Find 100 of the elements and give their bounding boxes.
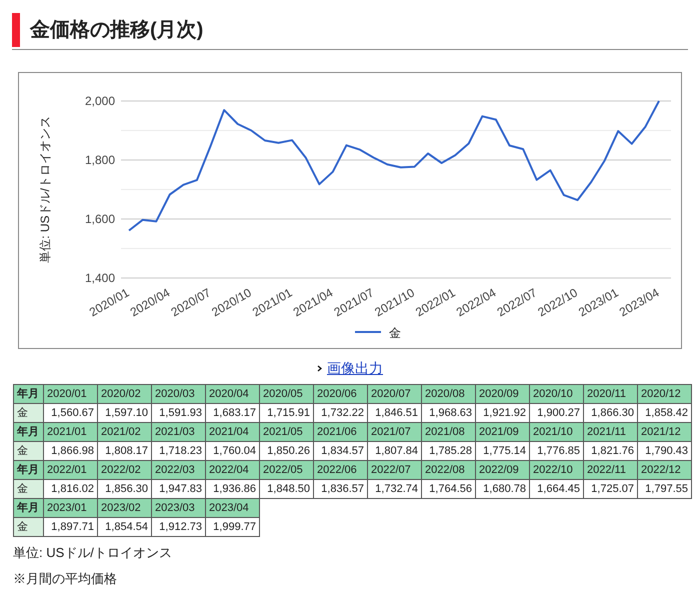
month-header-cell: 2021/06: [314, 422, 368, 442]
month-header-cell: 2023/04: [206, 498, 260, 518]
month-header-cell: 2022/05: [260, 460, 314, 480]
price-cell: 1,921.92: [476, 404, 530, 422]
y-axis-label: 1,800: [84, 153, 115, 167]
header-cell: 年月: [14, 384, 44, 404]
month-header-cell: 2022/08: [422, 460, 476, 480]
month-header-cell: 2023/02: [98, 498, 152, 518]
legend-label: 金: [389, 326, 401, 340]
month-header-cell: 2021/02: [98, 422, 152, 442]
month-header-cell: 2020/11: [584, 384, 638, 404]
month-header-cell: 2020/04: [206, 384, 260, 404]
row-label-cell: 金: [14, 404, 44, 422]
price-cell: 1,866.98: [44, 442, 98, 460]
price-cell: 1,912.73: [152, 518, 206, 536]
month-header-cell: 2020/05: [260, 384, 314, 404]
price-cell: 1,591.93: [152, 404, 206, 422]
page-title: 金価格の推移(月次): [30, 18, 204, 43]
month-header-cell: 2020/02: [98, 384, 152, 404]
month-header-cell: 2022/06: [314, 460, 368, 480]
price-cell: 1,764.56: [422, 480, 476, 498]
row-label-cell: 金: [14, 442, 44, 460]
price-cell: 1,664.45: [530, 480, 584, 498]
price-cell: 1,715.91: [260, 404, 314, 422]
price-cell: 1,846.51: [368, 404, 422, 422]
price-cell: 1,785.28: [422, 442, 476, 460]
month-header-cell: 2023/01: [44, 498, 98, 518]
legend-line-icon: [355, 331, 381, 333]
note-text: 単位: USドル/トロイオンス: [13, 544, 173, 562]
price-cell: 1,834.57: [314, 442, 368, 460]
price-cell: 1,816.02: [44, 480, 98, 498]
y-axis-title: 単位: USドル/トロイオンス: [38, 116, 52, 263]
month-header-cell: 2021/08: [422, 422, 476, 442]
month-header-cell: 2020/09: [476, 384, 530, 404]
price-cell: 1,725.07: [584, 480, 638, 498]
price-cell: 1,680.78: [476, 480, 530, 498]
price-cell: 1,775.14: [476, 442, 530, 460]
price-cell: 1,732.74: [368, 480, 422, 498]
month-header-cell: 2022/09: [476, 460, 530, 480]
price-cell: 1,866.30: [584, 404, 638, 422]
month-header-cell: 2020/12: [638, 384, 692, 404]
price-cell: 1,836.57: [314, 480, 368, 498]
price-cell: 1,850.26: [260, 442, 314, 460]
price-cell: 1,790.43: [638, 442, 692, 460]
header-cell: 年月: [14, 422, 44, 442]
month-header-cell: 2022/03: [152, 460, 206, 480]
month-header-cell: 2022/01: [44, 460, 98, 480]
month-header-cell: 2023/03: [152, 498, 206, 518]
header-cell: 年月: [14, 498, 44, 518]
month-header-cell: 2020/07: [368, 384, 422, 404]
month-header-cell: 2021/10: [530, 422, 584, 442]
month-header-cell: 2020/01: [44, 384, 98, 404]
note-text: ※月間の平均価格: [13, 570, 118, 588]
row-label-cell: 金: [14, 518, 44, 536]
month-header-cell: 2022/10: [530, 460, 584, 480]
title-accent-bar: [12, 13, 20, 47]
price-cell: 1,560.67: [44, 404, 98, 422]
month-header-cell: 2022/07: [368, 460, 422, 480]
price-cell: 1,968.63: [422, 404, 476, 422]
price-cell: 1,848.50: [260, 480, 314, 498]
price-cell: 1,854.54: [98, 518, 152, 536]
image-export-link[interactable]: 画像出力: [327, 358, 383, 378]
row-label-cell: 金: [14, 480, 44, 498]
month-header-cell: 2020/06: [314, 384, 368, 404]
price-cell: 1,797.55: [638, 480, 692, 498]
price-cell: 1,683.17: [206, 404, 260, 422]
price-cell: 1,936.86: [206, 480, 260, 498]
month-header-cell: 2021/11: [584, 422, 638, 442]
month-header-cell: 2020/10: [530, 384, 584, 404]
chevron-icon: [317, 364, 322, 372]
price-cell: 1,856.30: [98, 480, 152, 498]
month-header-cell: 2021/05: [260, 422, 314, 442]
price-cell: 1,897.71: [44, 518, 98, 536]
month-header-cell: 2021/07: [368, 422, 422, 442]
price-cell: 1,597.10: [98, 404, 152, 422]
month-header-cell: 2021/09: [476, 422, 530, 442]
month-header-cell: 2022/02: [98, 460, 152, 480]
month-header-cell: 2021/01: [44, 422, 98, 442]
month-header-cell: 2021/12: [638, 422, 692, 442]
price-cell: 1,732.22: [314, 404, 368, 422]
month-header-cell: 2021/04: [206, 422, 260, 442]
month-header-cell: 2020/03: [152, 384, 206, 404]
price-cell: 1,808.17: [98, 442, 152, 460]
y-axis-label: 1,400: [84, 271, 115, 285]
price-cell: 1,776.85: [530, 442, 584, 460]
month-header-cell: 2020/08: [422, 384, 476, 404]
y-axis-label: 2,000: [84, 94, 115, 108]
price-cell: 1,760.04: [206, 442, 260, 460]
month-header-cell: 2022/12: [638, 460, 692, 480]
y-axis-label: 1,600: [84, 212, 115, 226]
month-header-cell: 2022/04: [206, 460, 260, 480]
price-cell: 1,807.84: [368, 442, 422, 460]
price-cell: 1,858.42: [638, 404, 692, 422]
price-cell: 1,900.27: [530, 404, 584, 422]
month-header-cell: 2022/11: [584, 460, 638, 480]
month-header-cell: 2021/03: [152, 422, 206, 442]
price-cell: 1,947.83: [152, 480, 206, 498]
price-cell: 1,999.77: [206, 518, 260, 536]
price-cell: 1,718.23: [152, 442, 206, 460]
header-cell: 年月: [14, 460, 44, 480]
